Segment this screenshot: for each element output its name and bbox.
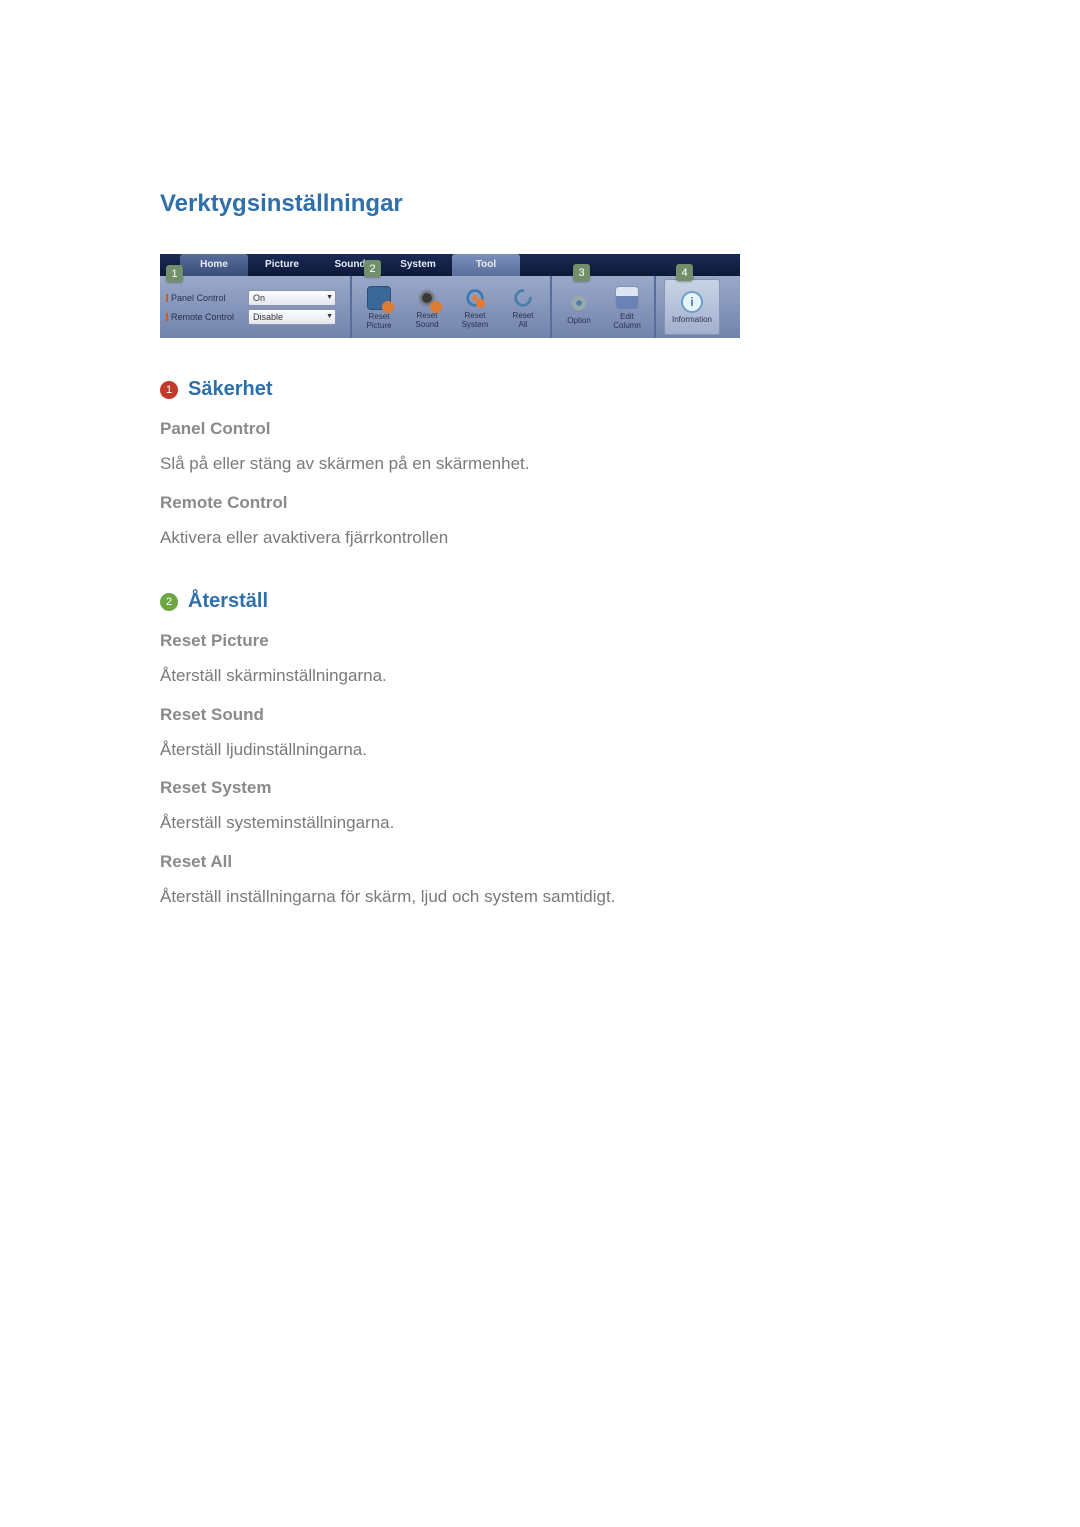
edit-column-button[interactable]: Edit Column: [606, 284, 648, 330]
reset-picture-label: Reset Picture: [367, 312, 392, 330]
panel-control-row: Panel Control On ▼: [166, 290, 344, 306]
toolbar-screenshot: 1 2 3 4 Home Picture Sound System Tool P…: [160, 254, 740, 338]
section-2-header: 2 Återställ: [160, 590, 920, 613]
section-1-title: Säkerhet: [188, 378, 273, 401]
callout-4: 4: [676, 264, 693, 281]
edit-column-label: Edit Column: [613, 312, 641, 330]
reset-sound-button[interactable]: Reset Sound: [406, 285, 448, 329]
panel-control-dropdown[interactable]: On ▼: [248, 290, 336, 306]
dropdown-arrow-icon: ▼: [326, 291, 333, 305]
item-reset-sound-title: Reset Sound: [160, 705, 920, 725]
callout-1: 1: [166, 265, 183, 282]
dropdown-arrow-icon: ▼: [326, 310, 333, 324]
item-remote-control-desc: Aktivera eller avaktivera fjärrkontrolle…: [160, 525, 920, 551]
picture-reset-icon: [367, 286, 391, 310]
information-button[interactable]: i Information: [664, 279, 720, 335]
item-reset-picture-title: Reset Picture: [160, 631, 920, 651]
toolbar-body: Panel Control On ▼ Remote Control Disabl…: [160, 276, 740, 338]
reset-system-button[interactable]: Reset System: [454, 285, 496, 329]
item-reset-system-title: Reset System: [160, 778, 920, 798]
item-reset-all-title: Reset All: [160, 852, 920, 872]
reset-sound-label: Reset Sound: [415, 311, 438, 329]
information-label: Information: [672, 315, 712, 324]
option-label: Option: [567, 316, 591, 325]
tab-system[interactable]: System: [384, 254, 452, 276]
callout-3: 3: [573, 264, 590, 281]
item-reset-system-desc: Återställ systeminställningarna.: [160, 810, 920, 836]
reset-picture-button[interactable]: Reset Picture: [358, 284, 400, 330]
panel-control-value: On: [253, 291, 265, 305]
item-remote-control-title: Remote Control: [160, 493, 920, 513]
item-reset-all-desc: Återställ inställningarna för skärm, lju…: [160, 884, 920, 910]
option-icon: [568, 292, 590, 314]
callout-2: 2: [364, 260, 381, 277]
edit-column-icon: [615, 286, 639, 310]
tab-picture[interactable]: Picture: [248, 254, 316, 276]
toolbar-section-options: Option Edit Column: [552, 276, 656, 338]
tab-home[interactable]: Home: [180, 254, 248, 276]
toolbar-tabs: Home Picture Sound System Tool: [160, 254, 740, 276]
remote-control-label: Remote Control: [166, 312, 244, 322]
reset-all-icon: [512, 287, 534, 309]
tab-tool[interactable]: Tool: [452, 254, 520, 276]
item-panel-control-desc: Slå på eller stäng av skärmen på en skär…: [160, 451, 920, 477]
toolbar-section-reset: Reset Picture Reset Sound Reset System: [352, 276, 552, 338]
toolbar-section-security: Panel Control On ▼ Remote Control Disabl…: [160, 276, 352, 338]
reset-system-label: Reset System: [462, 311, 489, 329]
item-reset-sound-desc: Återställ ljudinställningarna.: [160, 737, 920, 763]
toolbar-section-info: i Information: [656, 276, 728, 338]
reset-all-button[interactable]: Reset All: [502, 285, 544, 329]
option-button[interactable]: Option: [558, 290, 600, 325]
item-reset-picture-desc: Återställ skärminställningarna.: [160, 663, 920, 689]
info-icon: i: [681, 291, 703, 313]
remote-control-row: Remote Control Disable ▼: [166, 309, 344, 325]
item-panel-control-title: Panel Control: [160, 419, 920, 439]
section-1-header: 1 Säkerhet: [160, 378, 920, 401]
section-bullet-2: 2: [160, 593, 178, 611]
page-title: Verktygsinställningar: [160, 190, 920, 218]
remote-control-value: Disable: [253, 310, 283, 324]
section-bullet-1: 1: [160, 381, 178, 399]
panel-control-label: Panel Control: [166, 293, 244, 303]
reset-all-label: Reset All: [513, 311, 534, 329]
remote-control-dropdown[interactable]: Disable ▼: [248, 309, 336, 325]
sound-reset-icon: [416, 287, 438, 309]
section-2-title: Återställ: [188, 590, 268, 613]
page: Verktygsinställningar 1 2 3 4 Home Pictu…: [0, 0, 1080, 1527]
system-reset-icon: [464, 287, 486, 309]
